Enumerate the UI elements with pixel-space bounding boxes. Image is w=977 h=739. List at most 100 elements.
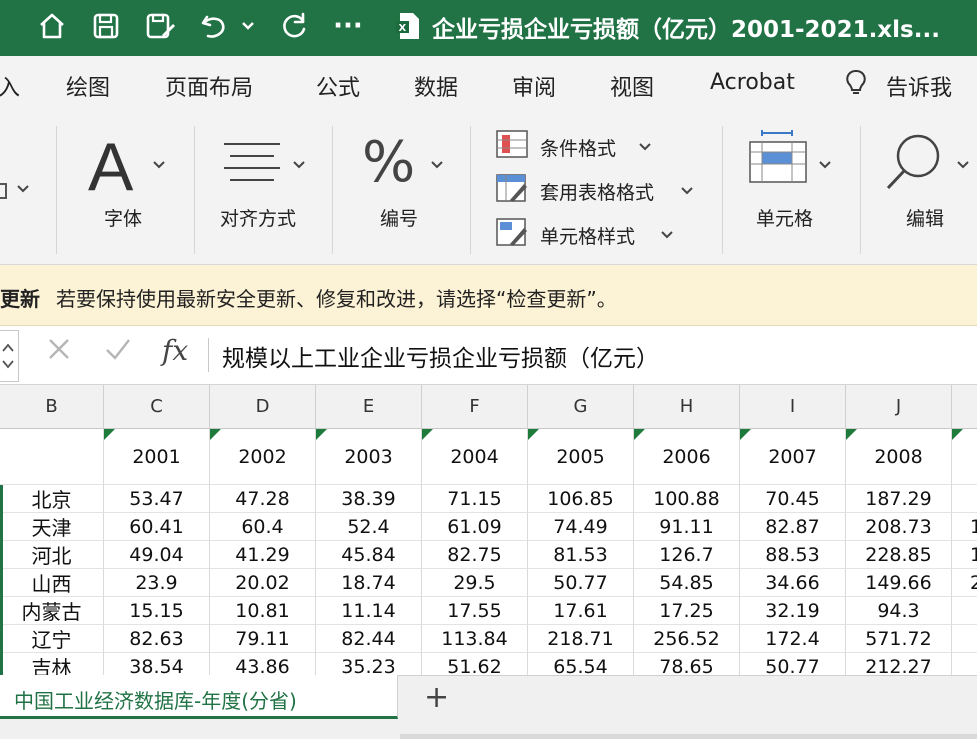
table-cell[interactable]: 78.65 <box>634 653 740 675</box>
province-cell[interactable]: 辽宁 <box>0 625 104 653</box>
table-cell[interactable]: 187.29 <box>846 485 952 513</box>
table-cell[interactable]: 149.66 <box>846 569 952 597</box>
table-cell[interactable]: 29.5 <box>422 569 528 597</box>
percent-icon[interactable]: % <box>362 130 415 195</box>
table-format-button[interactable]: 套用表格格式 <box>540 178 654 205</box>
cell-blank[interactable] <box>0 429 104 485</box>
year-cell[interactable]: 2005 <box>528 429 634 485</box>
tab-tell-me[interactable]: 告诉我 <box>886 70 952 102</box>
align-icon[interactable] <box>222 140 282 188</box>
table-cell[interactable]: 51.62 <box>422 653 528 675</box>
save-icon[interactable] <box>88 8 124 44</box>
home-icon[interactable] <box>34 8 70 44</box>
formula-input[interactable]: 规模以上工业企业亏损企业亏损额（亿元） <box>222 339 659 373</box>
province-cell[interactable]: 北京 <box>0 485 104 513</box>
table-cell-edge[interactable] <box>952 597 977 625</box>
table-cell[interactable]: 17.61 <box>528 597 634 625</box>
chevron-down-icon[interactable] <box>16 182 30 198</box>
table-cell[interactable]: 172.4 <box>740 625 846 653</box>
save-as-icon[interactable] <box>142 8 178 44</box>
column-header-f[interactable]: F <box>422 385 528 429</box>
tab-draw[interactable]: 绘图 <box>66 70 110 102</box>
table-cell[interactable]: 17.25 <box>634 597 740 625</box>
table-cell-edge[interactable] <box>952 625 977 653</box>
table-cell[interactable]: 113.84 <box>422 625 528 653</box>
table-cell[interactable]: 41.29 <box>210 541 316 569</box>
table-cell[interactable]: 88.53 <box>740 541 846 569</box>
chevron-down-icon[interactable] <box>818 158 832 174</box>
province-cell[interactable]: 天津 <box>0 513 104 541</box>
table-cell[interactable]: 49.04 <box>104 541 210 569</box>
chevron-down-icon[interactable] <box>292 158 306 174</box>
column-header-i[interactable]: I <box>740 385 846 429</box>
chevron-down-icon[interactable] <box>638 140 652 156</box>
chevron-down-icon[interactable] <box>660 228 674 244</box>
column-header-h[interactable]: H <box>634 385 740 429</box>
table-cell[interactable]: 65.54 <box>528 653 634 675</box>
year-cell[interactable]: 2006 <box>634 429 740 485</box>
table-cell[interactable]: 91.11 <box>634 513 740 541</box>
table-cell[interactable]: 571.72 <box>846 625 952 653</box>
table-cell[interactable]: 54.85 <box>634 569 740 597</box>
table-cell-edge[interactable]: 1 <box>952 541 977 569</box>
tab-page-layout[interactable]: 页面布局 <box>165 70 253 102</box>
table-cell[interactable]: 17.55 <box>422 597 528 625</box>
table-cell[interactable]: 50.77 <box>740 653 846 675</box>
table-cell[interactable]: 35.23 <box>316 653 422 675</box>
table-cell[interactable]: 52.4 <box>316 513 422 541</box>
font-icon[interactable]: A <box>88 128 133 206</box>
chevron-down-icon[interactable] <box>430 158 444 174</box>
table-cell[interactable]: 212.27 <box>846 653 952 675</box>
table-cell[interactable]: 82.63 <box>104 625 210 653</box>
table-cell-edge[interactable]: 2 <box>952 569 977 597</box>
add-sheet-button[interactable]: + <box>424 680 449 715</box>
table-cell[interactable]: 74.49 <box>528 513 634 541</box>
table-cell[interactable]: 38.39 <box>316 485 422 513</box>
cell-edge[interactable] <box>952 429 977 485</box>
more-icon[interactable]: ··· <box>330 8 366 44</box>
table-cell-edge[interactable] <box>952 653 977 675</box>
table-cell-edge[interactable] <box>952 485 977 513</box>
table-cell[interactable]: 82.87 <box>740 513 846 541</box>
table-cell[interactable]: 82.44 <box>316 625 422 653</box>
table-cell[interactable]: 228.85 <box>846 541 952 569</box>
table-cell[interactable]: 50.77 <box>528 569 634 597</box>
chevron-down-icon[interactable] <box>152 158 166 174</box>
horizontal-scrollbar[interactable] <box>400 734 977 739</box>
table-cell[interactable]: 60.4 <box>210 513 316 541</box>
table-cell[interactable]: 61.09 <box>422 513 528 541</box>
undo-icon[interactable] <box>196 8 232 44</box>
table-cell[interactable]: 70.45 <box>740 485 846 513</box>
table-cell[interactable]: 218.71 <box>528 625 634 653</box>
tab-view[interactable]: 视图 <box>610 70 654 102</box>
tab-review[interactable]: 审阅 <box>512 70 556 102</box>
year-cell[interactable]: 2001 <box>104 429 210 485</box>
name-box-stepper[interactable] <box>0 330 19 382</box>
table-cell[interactable]: 45.84 <box>316 541 422 569</box>
table-cell[interactable]: 32.19 <box>740 597 846 625</box>
table-cell[interactable]: 23.9 <box>104 569 210 597</box>
column-header-e[interactable]: E <box>316 385 422 429</box>
tab-data[interactable]: 数据 <box>414 70 458 102</box>
table-cell-edge[interactable]: 1 <box>952 513 977 541</box>
conditional-format-icon[interactable] <box>496 130 528 162</box>
year-cell[interactable]: 2008 <box>846 429 952 485</box>
province-cell[interactable]: 吉林 <box>0 653 104 675</box>
table-cell[interactable]: 106.85 <box>528 485 634 513</box>
table-cell[interactable]: 82.75 <box>422 541 528 569</box>
table-cell[interactable]: 43.86 <box>210 653 316 675</box>
table-cell[interactable]: 15.15 <box>104 597 210 625</box>
cell-style-button[interactable]: 单元格样式 <box>540 222 635 249</box>
year-cell[interactable]: 2004 <box>422 429 528 485</box>
chevron-down-icon[interactable] <box>956 158 970 174</box>
table-cell[interactable]: 94.3 <box>846 597 952 625</box>
search-icon[interactable] <box>884 132 944 198</box>
table-cell[interactable]: 79.11 <box>210 625 316 653</box>
table-cell[interactable]: 38.54 <box>104 653 210 675</box>
cells-icon[interactable] <box>748 130 808 190</box>
cell-style-icon[interactable] <box>496 218 528 252</box>
column-header-k[interactable] <box>952 385 977 429</box>
table-cell[interactable]: 60.41 <box>104 513 210 541</box>
table-cell[interactable]: 11.14 <box>316 597 422 625</box>
table-cell[interactable]: 81.53 <box>528 541 634 569</box>
